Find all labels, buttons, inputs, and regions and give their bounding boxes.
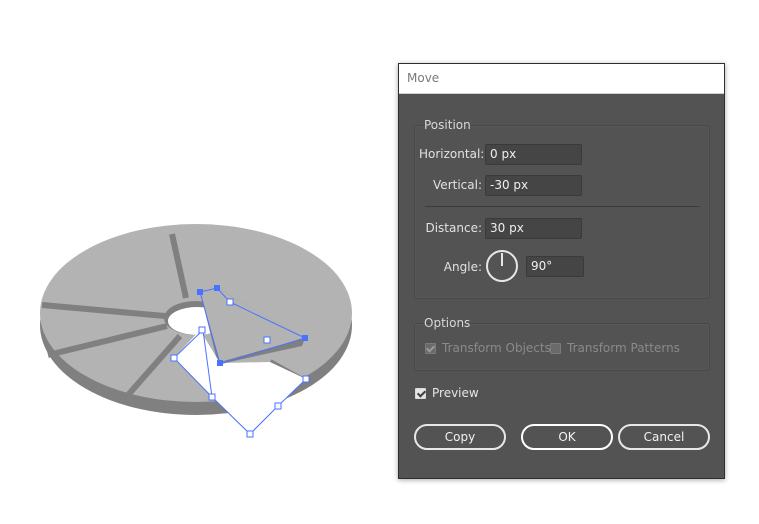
anchor-point — [246, 430, 254, 438]
artwork-canvas[interactable] — [0, 0, 390, 524]
vertical-input[interactable]: -30 px — [485, 175, 582, 196]
copy-button[interactable]: Copy — [414, 424, 506, 450]
ok-button[interactable]: OK — [521, 424, 613, 450]
anchor-point — [226, 298, 234, 306]
dialog-titlebar[interactable]: Move — [399, 64, 724, 94]
anchor-point — [302, 375, 310, 383]
angle-dial-icon[interactable] — [486, 250, 518, 282]
anchor-point — [217, 360, 223, 366]
transform-patterns-label: Transform Patterns — [567, 341, 680, 355]
anchor-point — [170, 354, 178, 362]
distance-label: Distance: — [425, 221, 482, 235]
preview-checkbox[interactable] — [415, 388, 426, 399]
angle-label: Angle: — [443, 260, 482, 274]
transform-objects-label: Transform Objects — [442, 341, 551, 355]
anchor-point — [197, 289, 203, 295]
transform-objects-checkbox[interactable] — [425, 343, 436, 354]
anchor-point — [208, 393, 216, 401]
distance-input[interactable]: 30 px — [485, 218, 582, 239]
horizontal-label: Horizontal: — [419, 147, 485, 161]
dialog-title: Move — [407, 71, 440, 85]
anchor-point — [198, 326, 206, 334]
angle-input[interactable]: 90° — [526, 256, 584, 277]
position-group-label: Position — [424, 118, 471, 132]
preview-label: Preview — [432, 386, 479, 400]
transform-patterns-checkbox[interactable] — [550, 343, 561, 354]
position-separator — [425, 206, 700, 207]
move-dialog: Move Position Horizontal: 0 px Vertical:… — [398, 63, 725, 479]
anchor-point — [263, 336, 271, 344]
options-group-label: Options — [424, 316, 471, 330]
cancel-button[interactable]: Cancel — [618, 424, 710, 450]
horizontal-input[interactable]: 0 px — [485, 144, 582, 165]
anchor-point — [274, 402, 282, 410]
anchor-point — [214, 285, 220, 291]
anchor-point — [302, 335, 308, 341]
vertical-label: Vertical: — [433, 178, 482, 192]
